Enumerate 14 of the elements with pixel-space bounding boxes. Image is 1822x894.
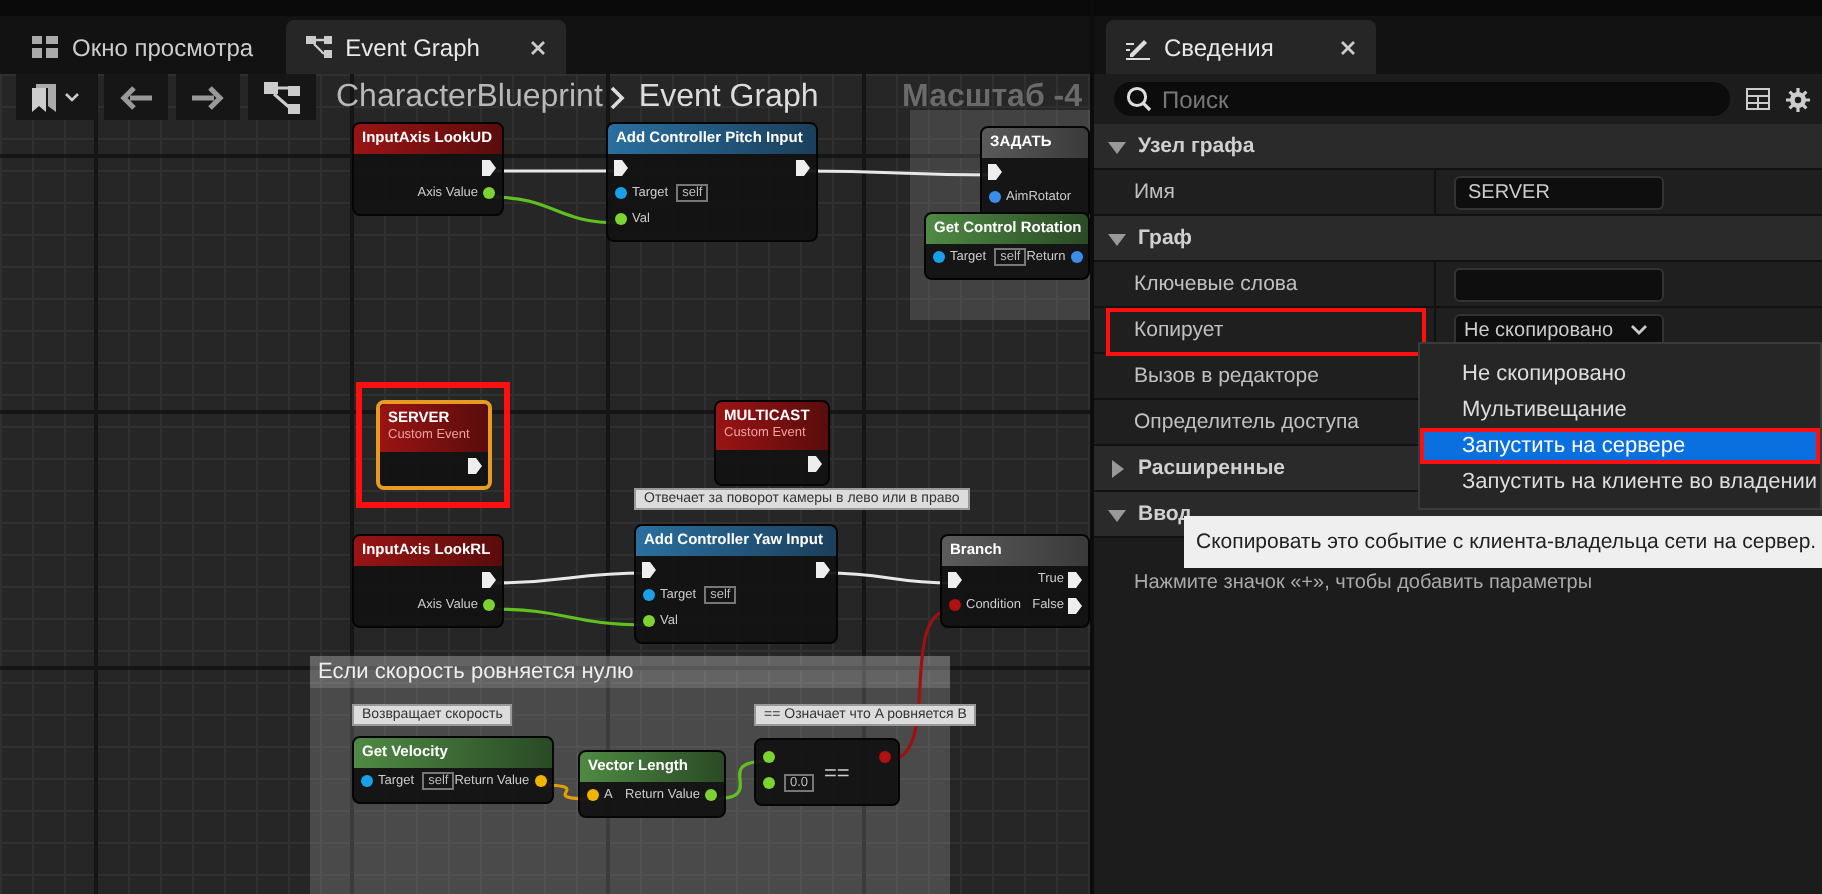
operator-symbol: == [824,762,850,786]
section-title: Узел графа [1138,134,1255,158]
property-label: Имя [1134,180,1175,204]
section-title: Расширенные [1138,456,1285,480]
zoom-label: Масштаб -4 [902,79,1082,115]
property-label: Копирует [1134,318,1224,342]
property-label: Вызов в редакторе [1134,364,1319,388]
comment-title: Если скорость ровняется нулю [310,656,950,688]
tooltip: Скопировать это событие с клиента-владельца сети на сервер. [1184,516,1822,568]
property-label: Определитель доступа [1134,410,1360,434]
hint-text: Нажмите значок «+», чтобы добавить параметры [1134,572,1593,594]
property-label: Ключевые слова [1134,272,1298,296]
section-title: Граф [1138,226,1192,250]
breadcrumb-current: Event Graph [638,79,819,115]
